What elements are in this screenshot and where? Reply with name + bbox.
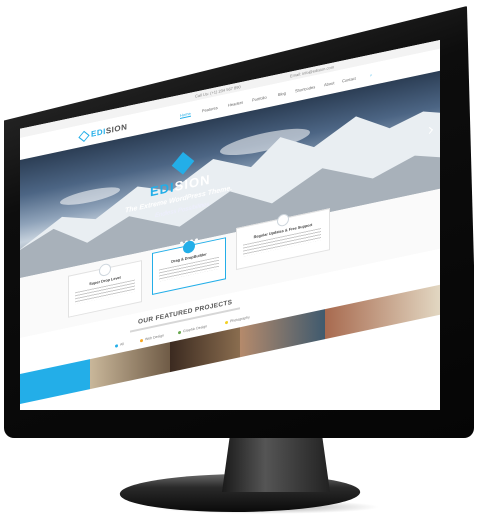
monitor-screen: Call Us: (+1) 234 567 890 Email: info@ed… [20,40,440,410]
nav-contact[interactable]: Contact [342,76,356,84]
dot-icon [225,320,228,325]
nav-features[interactable]: Features [202,105,218,113]
dot-icon [178,330,181,334]
feature-card[interactable]: Super Drop Level [68,260,142,318]
project-thumb[interactable] [325,284,440,340]
cloud [60,183,120,209]
refresh-icon [277,212,289,228]
project-thumb[interactable] [170,327,240,373]
nav-blog[interactable]: Blog [278,90,286,97]
filter-web-design[interactable]: Web Design [140,333,164,343]
nav-home[interactable]: Home [180,110,191,119]
monitor-mockup: Call Us: (+1) 234 567 890 Email: info@ed… [0,0,479,520]
nav-shortcodes[interactable]: Shortcodes [295,84,315,93]
filter-photography[interactable]: Photography [225,315,250,325]
project-thumb[interactable] [20,359,90,404]
filter-all[interactable]: All [115,342,124,348]
project-thumb[interactable] [240,309,325,358]
dot-icon [115,343,118,348]
hero-logo-icon [171,152,195,175]
logo-diamond-icon [78,130,90,142]
layers-icon [99,262,111,278]
website-preview: Call Us: (+1) 234 567 890 Email: info@ed… [20,40,440,410]
dot-icon [140,338,143,343]
cube-icon [183,239,195,255]
filter-graphic-design[interactable]: Graphic Design [178,324,207,334]
monitor-stand-neck [222,430,330,492]
project-thumb[interactable] [90,342,170,390]
search-icon[interactable]: ⌕ [370,72,372,77]
nav-portfolio[interactable]: Portfolio [252,95,267,103]
nav-about[interactable]: About [324,80,334,87]
nav-headers[interactable]: Headers [228,100,243,108]
